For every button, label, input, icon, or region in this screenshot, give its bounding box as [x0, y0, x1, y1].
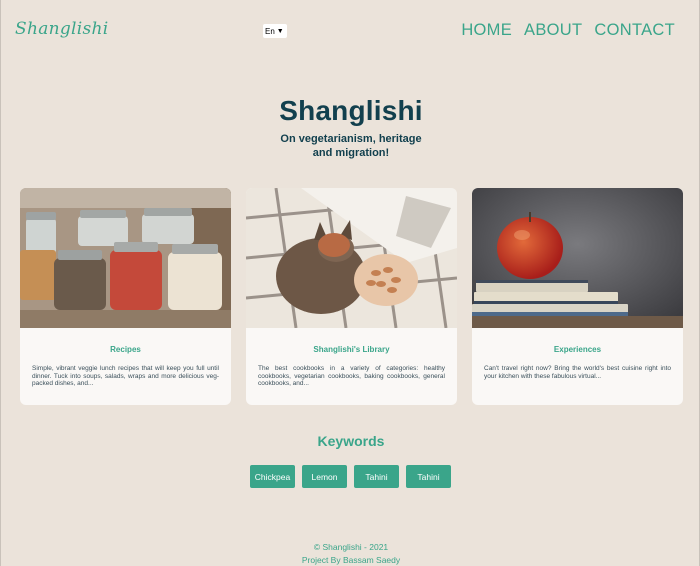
- site-logo[interactable]: Shanglishi: [15, 19, 109, 39]
- nav-home[interactable]: HOME: [461, 21, 512, 40]
- card-title[interactable]: Shanglishi's Library: [258, 345, 445, 354]
- top-bar: Shanglishi En ▼ HOME ABOUT CONTACT: [1, 0, 700, 62]
- spice-jars-photo[interactable]: [20, 188, 231, 328]
- keyword-chickpea[interactable]: Chickpea: [250, 465, 295, 488]
- language-value: En: [265, 26, 275, 36]
- hero: Shanglishi On vegetarianism, heritage an…: [1, 95, 700, 160]
- nav-contact[interactable]: CONTACT: [594, 21, 675, 40]
- page-subtitle: On vegetarianism, heritage and migration…: [280, 133, 422, 159]
- keywords-section: Keywords Chickpea Lemon Tahini Tahini: [1, 433, 700, 488]
- keyword-lemon[interactable]: Lemon: [302, 465, 347, 488]
- card-recipes[interactable]: Recipes Simple, vibrant veggie lunch rec…: [20, 188, 231, 405]
- cat-with-cookbook-photo[interactable]: [246, 188, 457, 328]
- keyword-list: Chickpea Lemon Tahini Tahini: [250, 465, 451, 488]
- card-title[interactable]: Recipes: [32, 345, 219, 354]
- card-library[interactable]: Shanglishi's Library The best cookbooks …: [246, 188, 457, 405]
- card-description: Simple, vibrant veggie lunch recipes tha…: [32, 365, 219, 387]
- card-title[interactable]: Experiences: [484, 345, 671, 354]
- card-experiences[interactable]: Experiences Can't travel right now? Brin…: [472, 188, 683, 405]
- keyword-tahini-2[interactable]: Tahini: [406, 465, 451, 488]
- credit-text: Project By Bassam Saedy: [301, 554, 401, 565]
- page-title: Shanglishi: [279, 95, 423, 126]
- apple-on-books-photo[interactable]: [472, 188, 683, 328]
- footer: © Shanglishi - 2021 Project By Bassam Sa…: [1, 541, 700, 566]
- language-select[interactable]: En ▼: [263, 24, 287, 38]
- card-list: Recipes Simple, vibrant veggie lunch rec…: [20, 188, 683, 405]
- keywords-heading: Keywords: [317, 433, 385, 449]
- copyright-text: © Shanglishi - 2021: [313, 542, 389, 552]
- nav-about[interactable]: ABOUT: [524, 21, 582, 40]
- chevron-down-icon: ▼: [276, 27, 284, 35]
- card-description: The best cookbooks in a variety of categ…: [258, 365, 445, 387]
- keyword-tahini[interactable]: Tahini: [354, 465, 399, 488]
- card-description: Can't travel right now? Bring the world'…: [484, 365, 671, 380]
- main-nav: HOME ABOUT CONTACT: [461, 21, 675, 40]
